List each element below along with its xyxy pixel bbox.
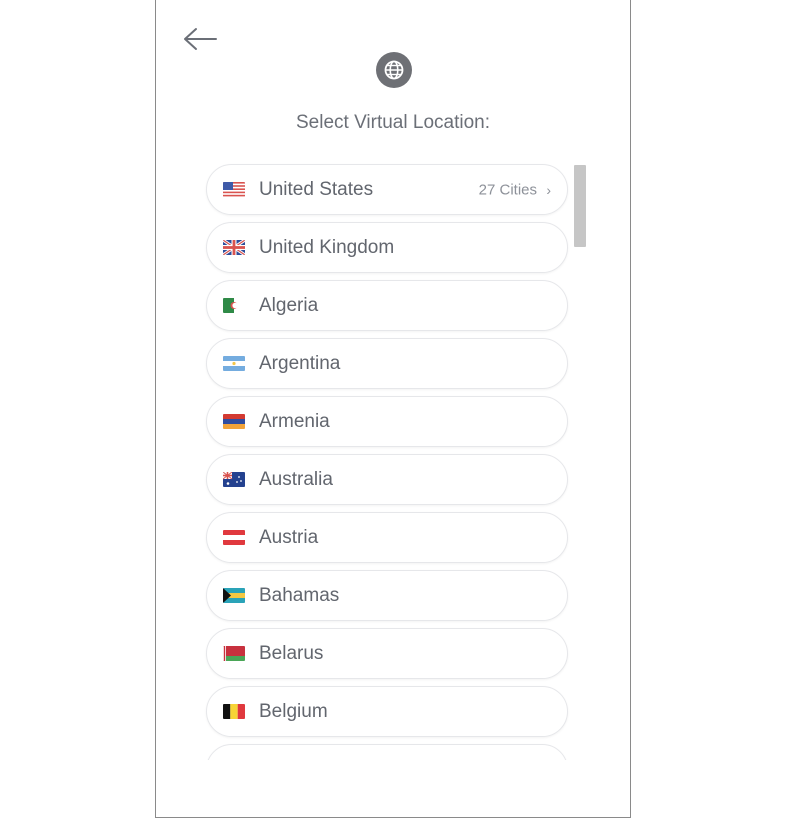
location-item-bahamas[interactable]: Bahamas [206,570,568,621]
flag-bs-icon [223,588,245,603]
location-panel: Select Virtual Location: United States 2… [155,0,631,818]
location-item-austria[interactable]: Austria [206,512,568,563]
location-item-belarus[interactable]: Belarus [206,628,568,679]
country-name: United States [259,178,374,200]
location-item-united-states[interactable]: United States 27 Cities › [206,164,568,215]
country-name: Argentina [259,352,341,374]
location-item-partial[interactable] [206,744,568,760]
location-item-united-kingdom[interactable]: United Kingdom [206,222,568,273]
flag-be-icon [223,704,245,719]
location-item-argentina[interactable]: Argentina [206,338,568,389]
arrow-left-icon [184,28,217,50]
location-item-australia[interactable]: Australia [206,454,568,505]
location-item-algeria[interactable]: Algeria [206,280,568,331]
flag-by-icon [223,646,245,661]
country-name: Belgium [259,700,328,722]
country-name: Algeria [259,294,319,316]
chevron-right-icon: › [546,181,551,198]
location-list[interactable]: United States 27 Cities › United Kingdom [204,162,574,760]
flag-dz-icon [223,298,245,313]
city-count: 27 Cities [478,181,537,198]
country-name: Bahamas [259,584,340,606]
country-name: Austria [259,526,319,548]
country-name: Armenia [259,410,330,432]
back-button[interactable] [180,24,220,54]
flag-ar-icon [223,356,245,371]
country-name: Australia [259,468,333,490]
scrollbar-thumb[interactable] [574,165,586,247]
flag-gb-icon [223,240,245,255]
flag-am-icon [223,414,245,429]
flag-us-icon [223,182,245,197]
globe-badge [376,52,412,88]
globe-icon [384,60,404,80]
flag-au-icon [223,472,245,487]
country-name: United Kingdom [259,236,395,258]
page-title: Select Virtual Location: [296,112,490,133]
flag-at-icon [223,530,245,545]
location-item-belgium[interactable]: Belgium [206,686,568,737]
country-name: Belarus [259,642,324,664]
location-item-armenia[interactable]: Armenia [206,396,568,447]
